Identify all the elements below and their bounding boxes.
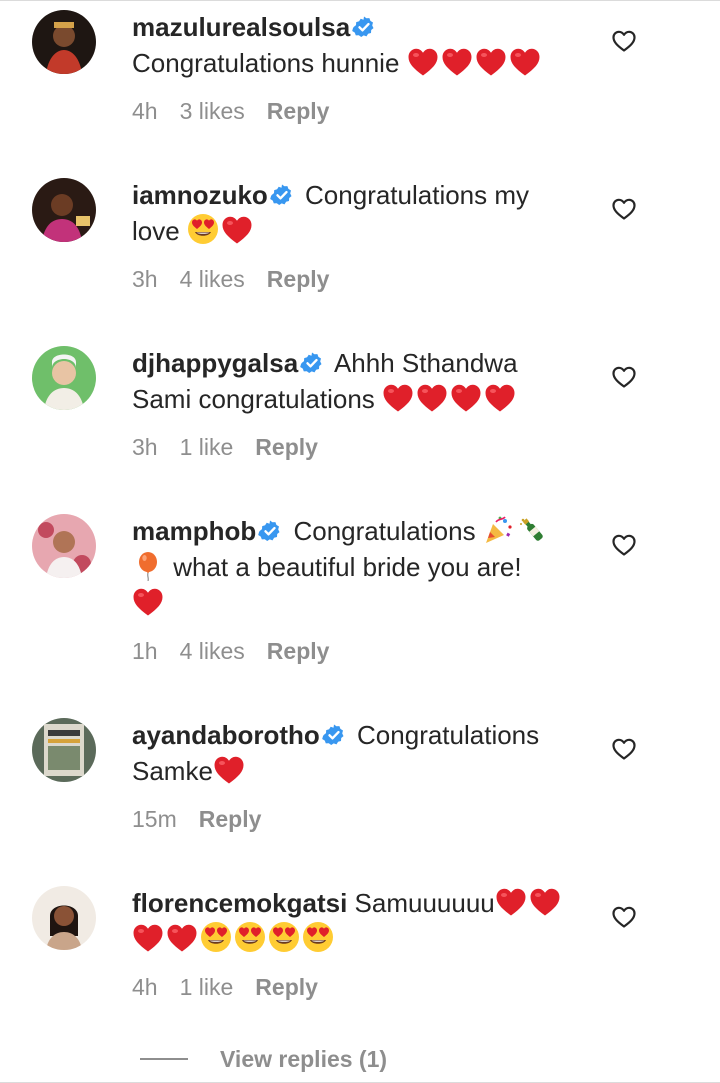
- red-heart-icon: [475, 47, 507, 77]
- comment-body: djhappygalsa Ahhh Sthandwa Sami congratu…: [132, 345, 572, 417]
- party-popper-icon: [483, 515, 515, 545]
- comment-text: Samuuuuuu: [354, 888, 495, 918]
- comment-text: Sami congratulations: [132, 384, 375, 414]
- reply-button[interactable]: Reply: [267, 266, 330, 292]
- heart-outline-icon[interactable]: [611, 28, 637, 54]
- heart-eyes-icon: [302, 921, 334, 953]
- verified-badge-icon: [322, 723, 346, 747]
- heart-outline-icon[interactable]: [611, 196, 637, 222]
- red-heart-icon: [509, 47, 541, 77]
- red-heart-icon: [221, 215, 253, 245]
- comment-likes[interactable]: 4 likes: [180, 638, 245, 664]
- heart-outline-icon[interactable]: [611, 532, 637, 558]
- comment-likes[interactable]: 1 like: [180, 974, 234, 1000]
- comment-meta: 1h 4 likes Reply: [132, 638, 351, 665]
- comment-likes[interactable]: 3 likes: [180, 98, 245, 124]
- comment-body: ayandaborotho Congratulations Samke: [132, 717, 572, 789]
- reply-button[interactable]: Reply: [255, 434, 318, 460]
- heart-eyes-icon: [234, 921, 266, 953]
- reply-button[interactable]: Reply: [267, 98, 330, 124]
- view-replies-button[interactable]: View replies (1): [140, 1039, 387, 1079]
- comment-text: Congratulations: [357, 720, 540, 750]
- comments-list: mazulurealsoulsa Congratulations hunnie …: [0, 0, 720, 1083]
- comment-body: mazulurealsoulsa Congratulations hunnie: [132, 9, 572, 81]
- comment-meta: 4h 3 likes Reply: [132, 98, 351, 125]
- comment-text: love: [132, 216, 180, 246]
- red-heart-icon: [166, 923, 198, 953]
- comment-username[interactable]: ayandaborotho: [132, 720, 320, 750]
- comment-meta: 3h 1 like Reply: [132, 434, 340, 461]
- comment-time: 4h: [132, 974, 158, 1000]
- comment-text: Ahhh Sthandwa: [333, 348, 518, 378]
- heart-outline-icon[interactable]: [611, 364, 637, 390]
- comment-time: 3h: [132, 434, 158, 460]
- heart-outline-icon[interactable]: [611, 736, 637, 762]
- red-heart-icon: [529, 887, 561, 917]
- avatar[interactable]: [32, 178, 96, 242]
- red-heart-icon: [495, 887, 527, 917]
- verified-badge-icon: [270, 183, 294, 207]
- heart-eyes-icon: [268, 921, 300, 953]
- comment-username[interactable]: djhappygalsa: [132, 348, 298, 378]
- comment-username[interactable]: iamnozuko: [132, 180, 268, 210]
- red-heart-icon: [213, 755, 245, 785]
- reply-button[interactable]: Reply: [199, 806, 262, 832]
- avatar[interactable]: [32, 346, 96, 410]
- verified-badge-icon: [352, 15, 376, 39]
- reply-button[interactable]: Reply: [267, 638, 330, 664]
- verified-badge-icon: [258, 519, 282, 543]
- avatar[interactable]: [32, 10, 96, 74]
- avatar[interactable]: [32, 514, 96, 578]
- red-heart-icon: [132, 923, 164, 953]
- comment-text: Samke: [132, 756, 213, 786]
- view-replies-divider: [140, 1058, 188, 1060]
- red-heart-icon: [407, 47, 439, 77]
- comment-body: iamnozuko Congratulations my love: [132, 177, 572, 249]
- comment-username[interactable]: mazulurealsoulsa: [132, 12, 350, 42]
- heart-eyes-icon: [200, 921, 232, 953]
- comment-meta: 15m Reply: [132, 806, 283, 833]
- comment-body: florencemokgatsi Samuuuuuu: [132, 885, 572, 957]
- reply-button[interactable]: Reply: [255, 974, 318, 1000]
- heart-eyes-icon: [187, 213, 219, 245]
- comment-meta: 3h 4 likes Reply: [132, 266, 351, 293]
- comment-username[interactable]: mamphob: [132, 516, 256, 546]
- comment-time: 1h: [132, 638, 158, 664]
- avatar[interactable]: [32, 718, 96, 782]
- red-heart-icon: [382, 383, 414, 413]
- red-heart-icon: [416, 383, 448, 413]
- heart-outline-icon[interactable]: [611, 904, 637, 930]
- comment-likes[interactable]: 1 like: [180, 434, 234, 460]
- comment-time: 4h: [132, 98, 158, 124]
- red-heart-icon: [484, 383, 516, 413]
- comment-time: 3h: [132, 266, 158, 292]
- avatar[interactable]: [32, 886, 96, 950]
- comment-text: Congratulations: [293, 516, 476, 546]
- comment-text: Congratulations hunnie: [132, 48, 400, 78]
- red-heart-icon: [450, 383, 482, 413]
- champagne-icon: [517, 515, 549, 545]
- red-heart-icon: [132, 587, 164, 617]
- comment-meta: 4h 1 like Reply: [132, 974, 340, 1001]
- view-replies-label[interactable]: View replies (1): [220, 1046, 387, 1073]
- comment-username[interactable]: florencemokgatsi: [132, 888, 347, 918]
- balloon-icon: [132, 551, 164, 581]
- comment-time: 15m: [132, 806, 177, 832]
- verified-badge-icon: [300, 351, 324, 375]
- comment-likes[interactable]: 4 likes: [180, 266, 245, 292]
- comment-text: what a beautiful bride you are!: [173, 552, 522, 582]
- comment-body: mamphob Congratulations what a beautiful…: [132, 513, 572, 621]
- red-heart-icon: [441, 47, 473, 77]
- comment-text: Congratulations my: [305, 180, 530, 210]
